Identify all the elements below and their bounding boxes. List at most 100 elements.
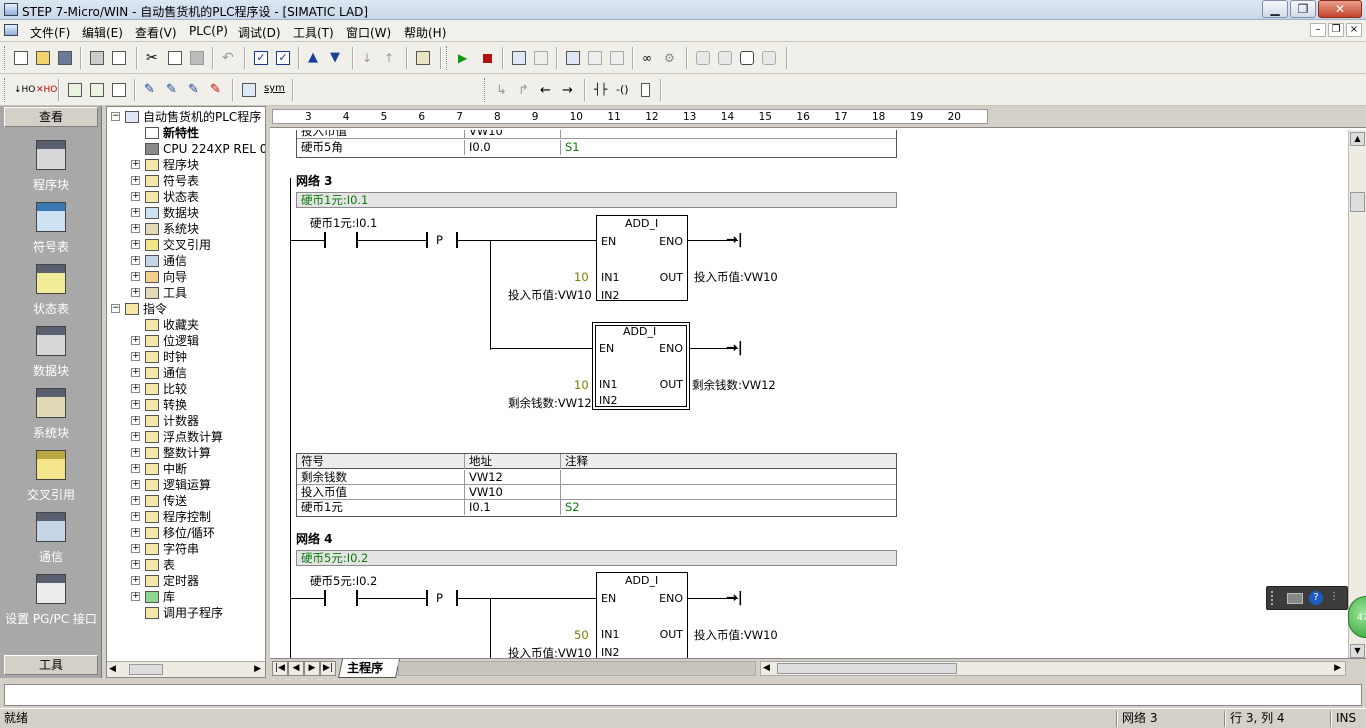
toolbar-grip[interactable]	[1271, 591, 1281, 605]
tree-item[interactable]: + 符号表	[107, 173, 265, 189]
menu-help[interactable]: 帮助(H)	[404, 24, 446, 41]
expand-toggle-icon[interactable]: +	[131, 592, 140, 601]
read-forced-icon[interactable]	[760, 49, 778, 67]
scroll-up-icon[interactable]: ▲	[1350, 132, 1365, 146]
minimize-button[interactable]: ▁	[1262, 0, 1288, 18]
tree-instruction-item[interactable]: + 程序控制	[107, 509, 265, 525]
expand-toggle-icon[interactable]: +	[131, 464, 140, 473]
tree-item[interactable]: + 交叉引用	[107, 237, 265, 253]
editor-vertical-scrollbar[interactable]: ▲ ▼	[1348, 130, 1366, 660]
line-down-icon[interactable]: ↳	[494, 81, 512, 99]
tools-footer[interactable]: 工具	[4, 655, 98, 675]
scroll-right-icon[interactable]: ▶	[1334, 663, 1341, 673]
nav-status-table[interactable]: 状态表	[0, 262, 102, 324]
download-icon[interactable]: ▼	[328, 49, 346, 67]
program-status-icon[interactable]	[510, 49, 528, 67]
expand-toggle-icon[interactable]: +	[131, 400, 140, 409]
toggle-poe-icon[interactable]	[66, 81, 84, 99]
menu-debug[interactable]: 调试(D)	[238, 24, 281, 41]
scroll-left-icon[interactable]: ◀	[109, 664, 116, 674]
expand-toggle-icon[interactable]: +	[131, 528, 140, 537]
scroll-left-icon[interactable]: ◀	[763, 663, 770, 673]
options-icon[interactable]	[414, 49, 432, 67]
network-3-comment[interactable]: 硬币1元:I0.1	[296, 192, 897, 208]
lad-canvas[interactable]: 投入币值 VW10 硬币5角 I0.0 S1 网络 3 硬币1元:I0.1 硬币…	[270, 130, 1348, 660]
expand-toggle-icon[interactable]: −	[111, 304, 120, 313]
tree-instruction-item[interactable]: + 表	[107, 557, 265, 573]
expand-toggle-icon[interactable]: +	[131, 416, 140, 425]
tree-instruction-item[interactable]: + 库	[107, 589, 265, 605]
expand-toggle-icon[interactable]: +	[131, 272, 140, 281]
line-right-icon[interactable]: →	[560, 81, 578, 99]
mdi-restore-button[interactable]: ❐	[1328, 23, 1344, 37]
add-i-box-2[interactable]: ADD_I EN ENO IN1 OUT IN2	[592, 322, 690, 410]
network-3-title[interactable]: 网络 3	[296, 172, 333, 189]
tree-horizontal-scrollbar[interactable]: ◀ ▶	[107, 661, 265, 677]
insert-box-icon[interactable]	[636, 81, 654, 99]
paste-icon[interactable]	[188, 49, 206, 67]
save-icon[interactable]	[56, 49, 74, 67]
tab-next-icon[interactable]: ▶	[304, 661, 320, 676]
symbol-info-button[interactable]: sym	[262, 81, 288, 99]
scroll-thumb[interactable]	[1350, 192, 1365, 212]
expand-toggle-icon[interactable]: +	[131, 336, 140, 345]
nav-cross-reference[interactable]: 交叉引用	[0, 448, 102, 510]
network-4-comment[interactable]: 硬币5元:I0.2	[296, 550, 897, 566]
toggle-comments-icon[interactable]	[88, 81, 106, 99]
scroll-down-icon[interactable]: ▼	[1350, 644, 1365, 658]
nav-communication[interactable]: 通信	[0, 510, 102, 572]
add-i-box-3[interactable]: ADD_I EN ENO IN1 OUT IN2	[596, 572, 688, 660]
tree-instruction-item[interactable]: + 计数器	[107, 413, 265, 429]
tree-instruction-item[interactable]: + 位逻辑	[107, 333, 265, 349]
tab-first-icon[interactable]: |◀	[272, 661, 288, 676]
ime-toolbar[interactable]: ? ⋮	[1266, 586, 1348, 610]
editor-horizontal-scrollbar[interactable]: ◀ ▶	[760, 661, 1346, 676]
menu-plc[interactable]: PLC(P)	[189, 24, 228, 38]
stop-icon[interactable]	[478, 49, 496, 67]
in1-operand[interactable]: 50	[574, 628, 589, 642]
open-icon[interactable]	[34, 49, 52, 67]
in1-operand[interactable]: 10	[574, 270, 589, 284]
contact-left-bar[interactable]	[324, 590, 326, 606]
menu-file[interactable]: 文件(F)	[30, 24, 70, 41]
expand-toggle-icon[interactable]: +	[131, 432, 140, 441]
expand-toggle-icon[interactable]: +	[131, 240, 140, 249]
mdi-minimize-button[interactable]: –	[1310, 23, 1326, 37]
tree-instruction-item[interactable]: + 逻辑运算	[107, 477, 265, 493]
toolbar-grip[interactable]	[4, 46, 8, 70]
nav-pgpc-interface[interactable]: 设置 PG/PC 接口	[0, 572, 102, 634]
expand-toggle-icon[interactable]: +	[131, 384, 140, 393]
delete-network-icon[interactable]: ✕HO	[34, 81, 57, 99]
restore-button[interactable]: ❐	[1290, 0, 1316, 18]
add-i-box-1[interactable]: ADD_I EN ENO IN1 OUT IN2	[596, 215, 688, 302]
expand-toggle-icon[interactable]: +	[131, 288, 140, 297]
sort-ascending-icon[interactable]: ↓	[360, 49, 378, 67]
run-icon[interactable]: ▶	[456, 49, 474, 67]
in1-operand[interactable]: 10	[574, 378, 589, 392]
insert-coil-icon[interactable]: -()	[614, 81, 632, 99]
tree-instruction-item[interactable]: + 通信	[107, 365, 265, 381]
compile-all-icon[interactable]: ✓	[274, 49, 292, 67]
expand-toggle-icon[interactable]: +	[131, 560, 140, 569]
keyboard-icon[interactable]	[1287, 593, 1303, 604]
tree-item[interactable]: CPU 224XP REL 02	[107, 141, 265, 157]
force-icon[interactable]: ⚙	[662, 49, 680, 67]
expand-toggle-icon[interactable]: +	[131, 352, 140, 361]
help-icon[interactable]: ?	[1309, 591, 1323, 605]
expand-toggle-icon[interactable]: +	[131, 368, 140, 377]
out-operand[interactable]: 剩余钱数:VW12	[692, 378, 776, 392]
output-field[interactable]	[4, 684, 1362, 706]
status-chart-icon[interactable]	[564, 49, 582, 67]
print-icon[interactable]	[88, 49, 106, 67]
sort-descending-icon[interactable]: ↑	[382, 49, 400, 67]
tab-prev-icon[interactable]: ◀	[288, 661, 304, 676]
scroll-right-icon[interactable]: ▶	[254, 664, 261, 674]
tree-instruction-item[interactable]: + 比较	[107, 381, 265, 397]
view-header[interactable]: 查看	[4, 107, 98, 127]
print-preview-icon[interactable]	[110, 49, 128, 67]
tree-item[interactable]: + 系统块	[107, 221, 265, 237]
tree-item[interactable]: + 通信	[107, 253, 265, 269]
compile-icon[interactable]: ✓	[252, 49, 270, 67]
previous-bookmark-icon[interactable]: ✎	[186, 81, 204, 99]
tree-instruction-item[interactable]: + 浮点数计算	[107, 429, 265, 445]
